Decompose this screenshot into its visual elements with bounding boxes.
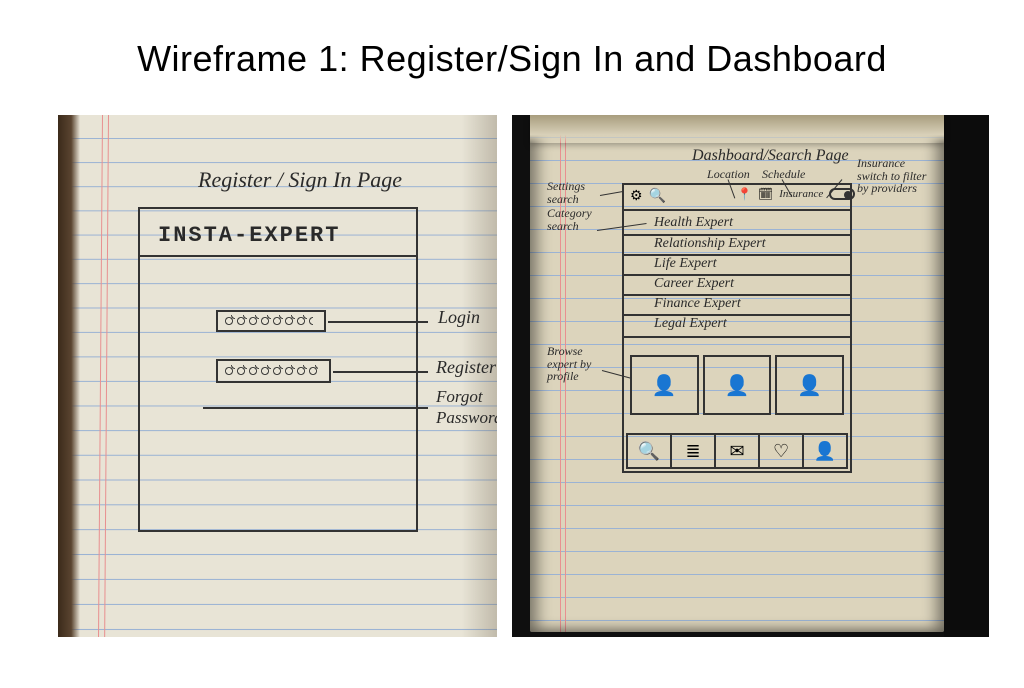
- wireframe-photo-signin: Register / Sign In Page INSTA-EXPERT Log…: [58, 115, 497, 637]
- annotation-register: Register: [436, 357, 496, 378]
- annotation-login: Login: [438, 307, 480, 328]
- category-item-2[interactable]: Life Expert: [654, 256, 717, 272]
- dashboard-page-label: Dashboard/Search Page: [692, 147, 849, 165]
- search-icon: 🔍: [638, 441, 660, 462]
- category-divider: [624, 336, 850, 338]
- register-input-scribble: [223, 365, 318, 375]
- person-icon: 👤: [797, 373, 822, 398]
- top-toolbar-left: ⚙ 🔍: [630, 187, 666, 204]
- nav-list[interactable]: ≣: [670, 433, 716, 469]
- person-icon: 👤: [652, 373, 677, 398]
- mail-icon: ✉: [730, 441, 745, 462]
- annotation-schedule: Schedule: [762, 167, 805, 182]
- forgot-password-link[interactable]: [203, 407, 353, 409]
- page-title: Wireframe 1: Register/Sign In and Dashbo…: [0, 38, 1024, 80]
- calendar-icon[interactable]: 🗓: [758, 187, 773, 201]
- annotation-leader-register: [333, 371, 428, 373]
- photos-row: Register / Sign In Page INSTA-EXPERT Log…: [58, 115, 989, 638]
- person-icon: 👤: [725, 373, 750, 398]
- nav-mail[interactable]: ✉: [714, 433, 760, 469]
- brand-underline: [140, 255, 416, 257]
- annotation-settings-search: Settings search: [547, 180, 607, 205]
- annotation-category-search: Category search: [547, 207, 602, 232]
- category-item-3[interactable]: Career Expert: [654, 276, 734, 292]
- top-toolbar-right: 📍 🗓 Insurance: [737, 187, 855, 201]
- insurance-toggle[interactable]: [829, 188, 855, 200]
- nav-favorites[interactable]: ♡: [758, 433, 804, 469]
- brand-logo-text: INSTA-EXPERT: [158, 223, 340, 248]
- annotation-insurance: Insurance switch to filter by providers: [857, 157, 937, 195]
- nav-search[interactable]: 🔍: [626, 433, 672, 469]
- annotation-leader-forgot: [353, 407, 428, 409]
- login-input-scribble: [223, 315, 313, 325]
- nav-profile[interactable]: 👤: [802, 433, 848, 469]
- list-icon: ≣: [686, 441, 701, 462]
- category-item-4[interactable]: Finance Expert: [654, 296, 741, 312]
- category-item-5[interactable]: Legal Expert: [654, 316, 727, 332]
- expert-profile-row: 👤 👤 👤: [630, 355, 844, 415]
- heart-icon: ♡: [773, 441, 789, 462]
- expert-profile-card[interactable]: 👤: [703, 355, 772, 415]
- annotation-forgot-l1: Forgot: [436, 387, 483, 407]
- insurance-label: Insurance: [779, 188, 823, 200]
- pin-icon[interactable]: 📍: [737, 187, 752, 201]
- annotation-forgot-l2: Password: [436, 408, 497, 428]
- gear-icon[interactable]: ⚙: [630, 187, 643, 204]
- annotation-leader-login: [328, 321, 428, 323]
- wireframe-photo-dashboard: Dashboard/Search Page Location Schedule …: [512, 115, 989, 637]
- expert-profile-card[interactable]: 👤: [775, 355, 844, 415]
- profile-icon: 👤: [814, 441, 836, 462]
- category-item-0[interactable]: Health Expert: [654, 215, 733, 231]
- annotation-browse-profile: Browse expert by profile: [547, 345, 612, 383]
- signin-page-label: Register / Sign In Page: [198, 167, 402, 193]
- category-item-1[interactable]: Relationship Expert: [654, 236, 766, 252]
- bottom-nav: 🔍 ≣ ✉ ♡ 👤: [626, 433, 848, 469]
- expert-profile-card[interactable]: 👤: [630, 355, 699, 415]
- search-icon[interactable]: 🔍: [649, 187, 666, 204]
- toolbar-divider: [624, 209, 850, 211]
